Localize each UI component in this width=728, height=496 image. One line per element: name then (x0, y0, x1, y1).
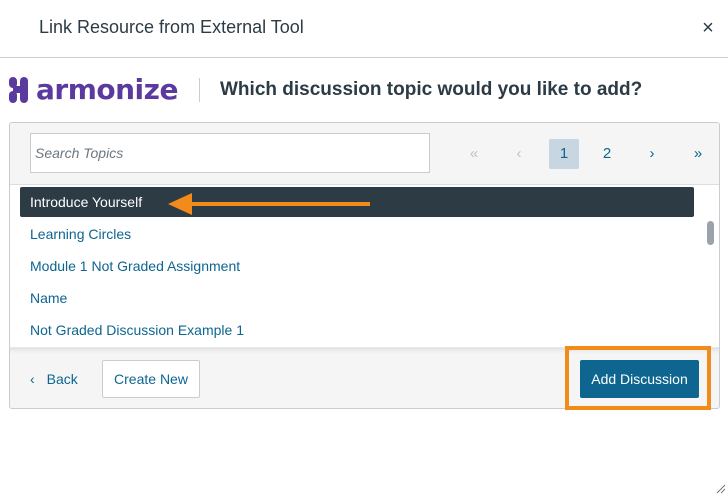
search-bar: « ‹ 1 2 › » (10, 123, 719, 185)
brand-row: armonize Which discussion topic would yo… (0, 58, 728, 122)
arrow-left-icon (168, 193, 370, 215)
search-input[interactable] (30, 133, 430, 173)
topic-item-name[interactable]: Name (20, 283, 694, 313)
chevron-left-icon: ‹ (30, 371, 35, 387)
page-1-button[interactable]: 1 (549, 139, 579, 169)
dialog-title: Link Resource from External Tool (39, 17, 304, 37)
brand-divider (199, 78, 200, 102)
next-page-icon[interactable]: › (637, 139, 667, 169)
topic-item-not-graded-example[interactable]: Not Graded Discussion Example 1 (20, 315, 694, 345)
page-2-button[interactable]: 2 (592, 139, 622, 169)
resize-handle-icon[interactable] (716, 484, 726, 494)
logo-text: armonize (36, 73, 178, 106)
harmonize-logo-mark-icon (9, 77, 28, 103)
topic-item-learning-circles[interactable]: Learning Circles (20, 219, 694, 249)
create-new-button[interactable]: Create New (102, 360, 200, 398)
close-icon[interactable]: × (698, 18, 718, 38)
prev-page-icon[interactable]: ‹ (504, 139, 534, 169)
first-page-icon[interactable]: « (459, 139, 489, 169)
dialog-header: Link Resource from External Tool × (0, 0, 728, 58)
topic-item-module-1[interactable]: Module 1 Not Graded Assignment (20, 251, 694, 281)
annotation-highlight-box (565, 346, 711, 410)
back-button-label: Back (46, 371, 78, 387)
scrollbar[interactable] (705, 185, 717, 347)
page-heading: Which discussion topic would you like to… (220, 79, 643, 100)
harmonize-logo: armonize (9, 74, 178, 106)
back-button[interactable]: ‹ Back (30, 360, 78, 398)
last-page-icon[interactable]: » (683, 139, 713, 169)
scrollbar-thumb[interactable] (707, 221, 714, 245)
